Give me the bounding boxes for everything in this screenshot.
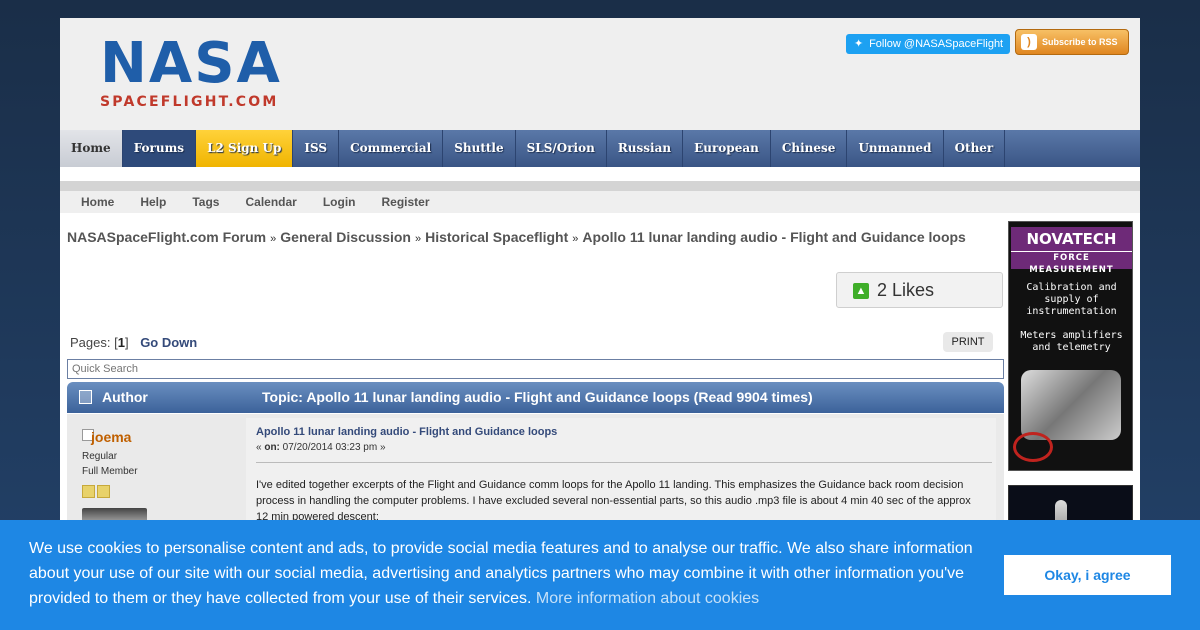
pages-suffix: ] [124, 335, 129, 350]
menu-tags[interactable]: Tags [181, 191, 230, 213]
load-cell-image [1021, 370, 1121, 440]
print-button[interactable]: PRINT [943, 332, 993, 352]
site-header: NASA SPACEFLIGHT.COM ✦ Follow @NASASpace… [60, 18, 1140, 130]
topic-title-header: Topic: Apollo 11 lunar landing audio - F… [262, 389, 813, 405]
menu-login[interactable]: Login [312, 191, 367, 213]
cookie-message: We use cookies to personalise content an… [29, 536, 989, 611]
cookie-accept-button[interactable]: Okay, i agree [1004, 555, 1171, 595]
breadcrumb: NASASpaceFlight.com Forum» General Discus… [67, 229, 966, 245]
post-divider [256, 462, 992, 463]
post-date: « on: 07/20/2014 03:23 pm » [256, 442, 386, 453]
poster-stars [82, 485, 112, 503]
post-body: I've edited together excerpts of the Fli… [256, 479, 971, 523]
menu-home[interactable]: Home [70, 191, 125, 213]
likes-count: 2 Likes [877, 280, 935, 300]
site-logo[interactable]: NASA [100, 34, 282, 94]
nav-chinese[interactable]: Chinese [771, 130, 848, 167]
nav-iss[interactable]: ISS [293, 130, 340, 167]
novatech-ad[interactable]: NOVATECH FORCE MEASUREMENT Calibration an… [1008, 221, 1133, 471]
post-date-value: 07/20/2014 03:23 pm » [279, 442, 386, 453]
nav-other[interactable]: Other [944, 130, 1006, 167]
nav-divider-bar [60, 181, 1140, 191]
go-down-link[interactable]: Go Down [140, 335, 197, 350]
site-logo-subtitle[interactable]: SPACEFLIGHT.COM [100, 94, 278, 110]
star-icon [97, 485, 110, 498]
pagination: Pages: [1] Go Down [70, 335, 197, 350]
star-icon [82, 485, 95, 498]
current-page: 1 [117, 335, 125, 350]
rss-subscribe-button[interactable]: ) Subscribe to RSS [1015, 29, 1129, 55]
cookie-more-info-link[interactable]: More information about cookies [536, 590, 759, 607]
cookie-message-text: We use cookies to personalise content an… [29, 540, 973, 607]
menu-calendar[interactable]: Calendar [234, 191, 307, 213]
post-date-label: on: [264, 442, 280, 453]
rss-subscribe-label: Subscribe to RSS [1042, 37, 1118, 47]
ad-brand: NOVATECH FORCE MEASUREMENT [1011, 227, 1132, 275]
quick-search-input[interactable] [67, 359, 1004, 379]
thumbs-up-icon: ▲ [853, 283, 869, 299]
breadcrumb-separator: » [414, 233, 422, 245]
author-column-header: Author [102, 389, 148, 405]
ad-text-calibration: Calibration and supply of instrumentatio… [1026, 282, 1117, 317]
breadcrumb-historical-spaceflight[interactable]: Historical Spaceflight [425, 229, 568, 245]
poster-group: Full Member [82, 466, 138, 477]
poster-name-link[interactable]: joema [91, 429, 131, 445]
post-subject-link[interactable]: Apollo 11 lunar landing audio - Flight a… [256, 426, 557, 438]
ad-brand-tagline: FORCE MEASUREMENT [1011, 251, 1132, 276]
breadcrumb-general-discussion[interactable]: General Discussion [280, 229, 411, 245]
topic-header-bar: Author Topic: Apollo 11 lunar landing au… [67, 382, 1004, 413]
twitter-follow-label: Follow @NASASpaceFlight [869, 38, 1004, 50]
breadcrumb-topic[interactable]: Apollo 11 lunar landing audio - Flight a… [582, 229, 965, 245]
nav-commercial[interactable]: Commercial [339, 130, 444, 167]
likes-button[interactable]: ▲ 2 Likes [836, 272, 1003, 308]
nav-l2-sign-up[interactable]: L2 Sign Up [196, 130, 294, 167]
cable-image [1013, 432, 1053, 462]
twitter-follow-button[interactable]: ✦ Follow @NASASpaceFlight [846, 34, 1010, 54]
nav-forums[interactable]: Forums [122, 130, 197, 167]
ad-brand-name: NOVATECH [1026, 230, 1117, 248]
nav-russian[interactable]: Russian [607, 130, 684, 167]
main-nav: Home Forums L2 Sign Up ISS Commercial Sh… [60, 130, 1140, 167]
nav-european[interactable]: European [683, 130, 771, 167]
pages-prefix: Pages: [ [70, 335, 118, 350]
forum-menu: Home Help Tags Calendar Login Register [60, 191, 1140, 213]
topic-icon [79, 390, 92, 404]
menu-register[interactable]: Register [371, 191, 441, 213]
nav-shuttle[interactable]: Shuttle [443, 130, 516, 167]
ad-text-meters: Meters amplifiers and telemetry [1020, 330, 1123, 353]
breadcrumb-forum[interactable]: NASASpaceFlight.com Forum [67, 229, 266, 245]
breadcrumb-separator: » [270, 233, 277, 245]
breadcrumb-separator: » [572, 233, 579, 245]
nav-home[interactable]: Home [60, 130, 123, 167]
poster-rank: Regular [82, 451, 118, 462]
twitter-bird-icon: ✦ [854, 38, 864, 50]
nav-sls-orion[interactable]: SLS/Orion [516, 130, 607, 167]
menu-help[interactable]: Help [129, 191, 177, 213]
nav-divider [60, 167, 1140, 181]
rss-icon: ) [1021, 34, 1037, 50]
cookie-consent-bar: We use cookies to personalise content an… [0, 520, 1200, 630]
nav-unmanned[interactable]: Unmanned [847, 130, 944, 167]
